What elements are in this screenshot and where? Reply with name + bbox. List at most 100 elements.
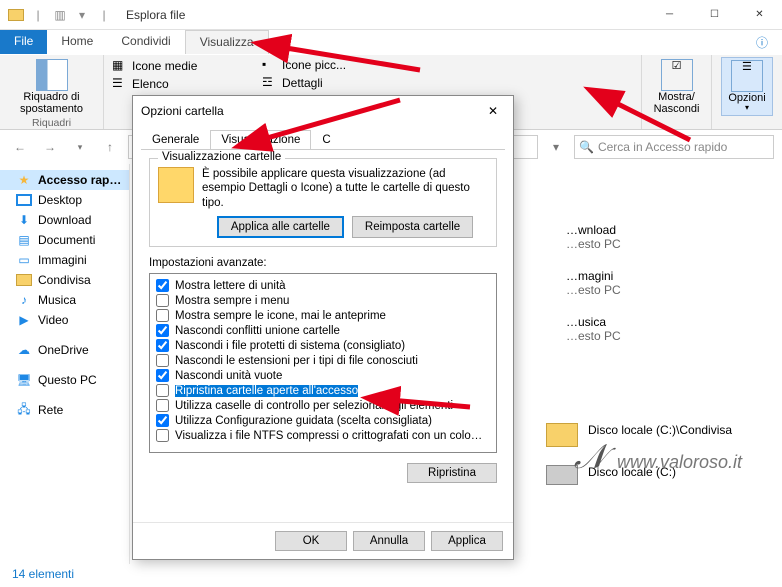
advanced-setting-checkbox[interactable] — [156, 309, 169, 322]
advanced-setting-item[interactable]: Utilizza caselle di controllo per selezi… — [154, 398, 492, 413]
search-icon: 🔍 — [579, 140, 594, 154]
advanced-setting-item[interactable]: Nascondi unità vuote — [154, 368, 492, 383]
sidebar-item-shared[interactable]: Condivisa — [0, 270, 129, 290]
advanced-setting-item[interactable]: Mostra lettere di unità — [154, 278, 492, 293]
star-icon: ★ — [16, 172, 32, 188]
advanced-setting-item[interactable]: Mostra sempre le icone, mai le anteprime — [154, 308, 492, 323]
options-button[interactable]: ☰ Opzioni ▾ — [721, 57, 772, 116]
advanced-setting-label: Mostra sempre i menu — [175, 295, 289, 307]
window-title: Esplora file — [120, 8, 647, 22]
folder-large-icon — [158, 167, 194, 203]
qat-dropdown-icon[interactable]: ▾ — [74, 7, 90, 23]
reset-folders-button[interactable]: Reimposta cartelle — [352, 216, 473, 238]
divider-icon: | — [30, 7, 46, 23]
advanced-setting-item[interactable]: Nascondi i file protetti di sistema (con… — [154, 338, 492, 353]
nav-history-button[interactable]: ▾ — [68, 135, 92, 159]
watermark-logo: 𝒩 — [574, 439, 607, 476]
nav-up-button[interactable]: ↑ — [98, 135, 122, 159]
ribbon-help-icon[interactable]: ⓘ — [742, 30, 782, 54]
list-item[interactable]: …usica…esto PC — [566, 315, 766, 343]
advanced-setting-item[interactable]: Mostra sempre i menu — [154, 293, 492, 308]
picture-icon: ▭ — [16, 252, 32, 268]
dialog-close-button[interactable]: ✕ — [481, 99, 505, 123]
advanced-settings-list[interactable]: Mostra lettere di unità Mostra sempre i m… — [149, 273, 497, 453]
grid-icon: ▦ — [112, 58, 128, 74]
folder-views-description: È possibile applicare questa visualizzaz… — [202, 167, 488, 210]
tab-file[interactable]: File — [0, 30, 47, 54]
layout-details[interactable]: ☲Dettagli — [260, 74, 348, 92]
apply-to-folders-button[interactable]: Applica alle cartelle — [217, 216, 344, 238]
advanced-setting-checkbox[interactable] — [156, 369, 169, 382]
advanced-setting-item[interactable]: Nascondi le estensioni per i tipi di fil… — [154, 353, 492, 368]
sidebar-item-downloads[interactable]: ⬇Download — [0, 210, 129, 230]
search-input[interactable]: 🔍 Cerca in Accesso rapido — [574, 135, 774, 159]
advanced-setting-checkbox[interactable] — [156, 414, 169, 427]
advanced-setting-checkbox[interactable] — [156, 429, 169, 442]
details-icon: ☲ — [262, 75, 278, 91]
video-icon: ▶ — [16, 312, 32, 328]
sidebar-item-pictures[interactable]: ▭Immagini — [0, 250, 129, 270]
advanced-setting-label: Nascondi i file protetti di sistema (con… — [175, 340, 405, 352]
sidebar-item-this-pc[interactable]: 🖥Questo PC — [0, 370, 129, 390]
sidebar: ★Accesso rap… Desktop ⬇Download ▤Documen… — [0, 164, 130, 564]
sidebar-item-documents[interactable]: ▤Documenti — [0, 230, 129, 250]
sidebar-item-music[interactable]: ♪Musica — [0, 290, 129, 310]
tab-share[interactable]: Condividi — [107, 30, 184, 54]
checklist-icon: ☑ — [661, 59, 693, 91]
advanced-setting-checkbox[interactable] — [156, 294, 169, 307]
advanced-setting-label: Visualizza i file NTFS compressi o critt… — [175, 430, 482, 442]
maximize-button[interactable]: ☐ — [692, 0, 737, 30]
ribbon-tabs: File Home Condividi Visualizza ⓘ — [0, 30, 782, 55]
nav-back-button[interactable]: ← — [8, 135, 32, 159]
sidebar-item-video[interactable]: ▶Video — [0, 310, 129, 330]
options-icon: ☰ — [731, 60, 763, 92]
download-icon: ⬇ — [16, 212, 32, 228]
folder-options-dialog: Opzioni cartella ✕ Generale Visualizzazi… — [132, 95, 514, 560]
restore-defaults-button[interactable]: Ripristina — [407, 463, 497, 483]
advanced-setting-label: Utilizza Configurazione guidata (scelta … — [175, 415, 432, 427]
advanced-setting-checkbox[interactable] — [156, 339, 169, 352]
list-item[interactable]: …magini…esto PC — [566, 269, 766, 297]
close-button[interactable]: ✕ — [737, 0, 782, 30]
minimize-button[interactable]: ─ — [647, 0, 692, 30]
tab-home[interactable]: Home — [47, 30, 107, 54]
ok-button[interactable]: OK — [275, 531, 347, 551]
sidebar-item-onedrive[interactable]: ☁OneDrive — [0, 340, 129, 360]
layout-medium-icons[interactable]: ▦Icone medie — [110, 57, 635, 75]
list-icon: ☰ — [112, 76, 128, 92]
layout-list[interactable]: ☰Elenco — [110, 75, 635, 93]
small-grid-icon: ▪ — [262, 57, 278, 73]
dialog-tab-general[interactable]: Generale — [141, 130, 210, 150]
properties-icon[interactable]: ▥ — [52, 7, 68, 23]
nav-forward-button[interactable]: → — [38, 135, 62, 159]
dialog-title: Opzioni cartella — [141, 104, 224, 118]
advanced-setting-checkbox[interactable] — [156, 354, 169, 367]
sidebar-item-desktop[interactable]: Desktop — [0, 190, 129, 210]
advanced-setting-item[interactable]: Visualizza i file NTFS compressi o critt… — [154, 428, 492, 443]
folder-views-group: Visualizzazione cartelle È possibile app… — [149, 158, 497, 247]
sidebar-item-network[interactable]: 🖧Rete — [0, 400, 129, 420]
advanced-setting-checkbox[interactable] — [156, 384, 169, 397]
dialog-tab-view[interactable]: Visualizzazione — [210, 130, 311, 150]
nav-pane-button[interactable]: Riquadro di spostamento — [6, 57, 97, 117]
advanced-setting-item[interactable]: Utilizza Configurazione guidata (scelta … — [154, 413, 492, 428]
apply-button[interactable]: Applica — [431, 531, 503, 551]
sidebar-item-quick-access[interactable]: ★Accesso rap… — [0, 170, 129, 190]
advanced-setting-item[interactable]: Ripristina cartelle aperte all'accesso — [154, 383, 492, 398]
dialog-tab-search[interactable]: C — [311, 130, 341, 150]
titlebar: | ▥ ▾ | Esplora file ─ ☐ ✕ — [0, 0, 782, 30]
advanced-setting-checkbox[interactable] — [156, 324, 169, 337]
list-item[interactable]: …wnload…esto PC — [566, 223, 766, 251]
advanced-setting-label: Mostra sempre le icone, mai le anteprime — [175, 310, 386, 322]
show-hide-button[interactable]: ☑ Mostra/ Nascondi — [648, 57, 706, 117]
advanced-setting-checkbox[interactable] — [156, 399, 169, 412]
address-dropdown-icon[interactable]: ▾ — [544, 135, 568, 159]
cancel-button[interactable]: Annulla — [353, 531, 425, 551]
advanced-setting-item[interactable]: Nascondi conflitti unione cartelle — [154, 323, 492, 338]
layout-small-icons[interactable]: ▪Icone picc... — [260, 56, 348, 74]
document-icon: ▤ — [16, 232, 32, 248]
dialog-tabs: Generale Visualizzazione C — [133, 126, 513, 150]
advanced-setting-label: Nascondi unità vuote — [175, 370, 282, 382]
tab-view[interactable]: Visualizza — [185, 30, 269, 54]
advanced-setting-checkbox[interactable] — [156, 279, 169, 292]
